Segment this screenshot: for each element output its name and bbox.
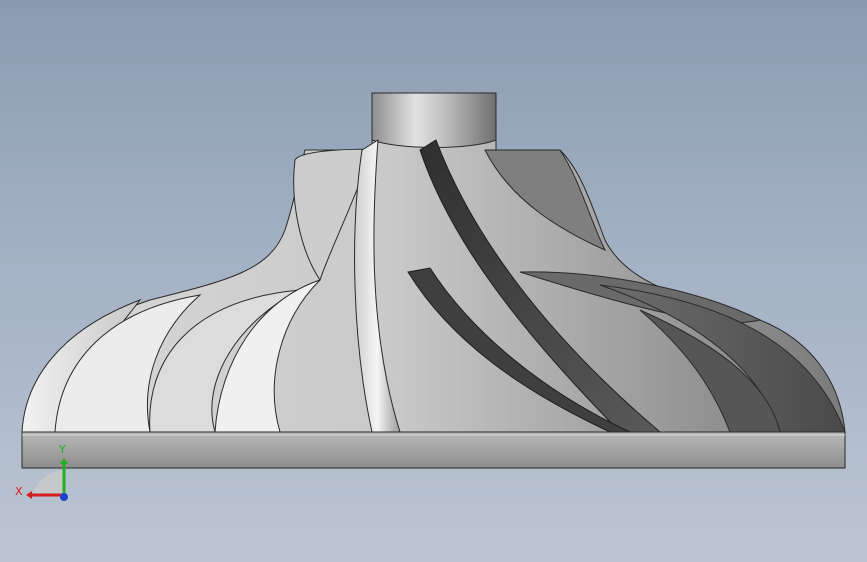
3d-viewport[interactable]: X Y xyxy=(0,0,867,562)
triad-plane-icon xyxy=(32,470,64,495)
y-axis-label: Y xyxy=(58,443,66,456)
top-shaft xyxy=(371,92,497,148)
impeller-model[interactable] xyxy=(0,0,867,562)
z-axis-dot-icon xyxy=(60,493,68,501)
base-plate xyxy=(21,431,846,469)
orientation-triad: X Y xyxy=(15,443,68,501)
y-axis-arrow-icon xyxy=(60,458,68,464)
x-axis-arrow-icon xyxy=(26,491,32,499)
x-axis-label: X xyxy=(15,485,23,498)
